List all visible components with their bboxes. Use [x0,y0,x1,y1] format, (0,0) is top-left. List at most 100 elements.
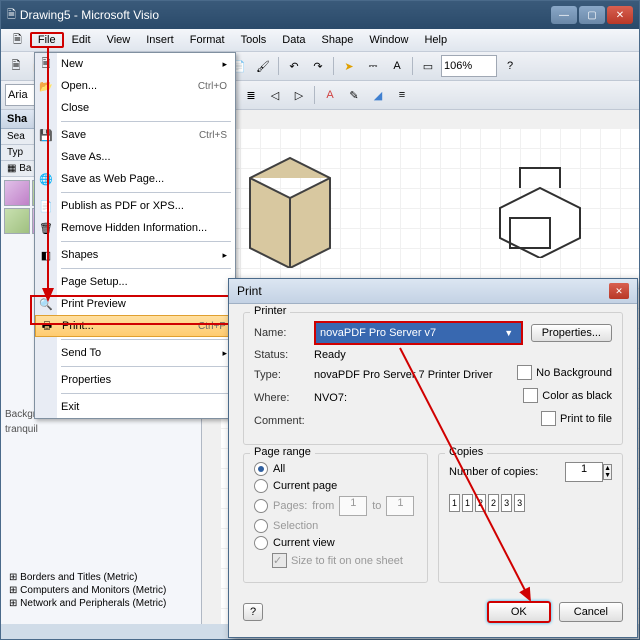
all-radio[interactable] [254,462,268,476]
bg-item[interactable]: tranquil [1,422,201,437]
dialog-title: Print [237,284,262,298]
shape-thumb[interactable] [4,180,30,206]
menu-sendto[interactable]: Send To▸ [35,342,235,364]
status-label: Status: [254,349,314,361]
pdf-icon: 📄 [38,198,54,214]
cancel-button[interactable]: Cancel [559,602,623,622]
collate-preview: 11 22 33 [449,494,612,512]
status-value: Ready [314,349,346,361]
indent-icon[interactable]: ▷ [288,84,310,106]
fit-checkbox: ✓ [272,553,287,568]
menu-publish[interactable]: 📄Publish as PDF or XPS... [35,195,235,217]
printer-combo[interactable]: novaPDF Pro Server v7▼ [314,321,523,345]
fit-label: Size to fit on one sheet [291,555,403,567]
app-icon: 🗎 [7,6,16,25]
menu-view[interactable]: View [99,32,139,48]
server-shape[interactable] [240,148,340,268]
window-buttons: — ▢ ✕ [551,6,633,24]
all-label: All [273,463,285,475]
nobg-label: No Background [536,367,612,379]
separator [278,57,279,75]
where-value: NVO7: [314,392,347,404]
separator [314,86,315,104]
menu-saveas[interactable]: Save As... [35,146,235,168]
menu-remove[interactable]: 🗑Remove Hidden Information... [35,217,235,239]
help-button[interactable]: ? [243,603,263,621]
nobg-checkbox[interactable] [517,365,532,380]
open-icon: 📂 [38,78,54,94]
separator [412,57,413,75]
pages-label: Pages: [273,500,307,512]
menu-edit[interactable]: Edit [64,32,99,48]
new-icon[interactable]: 🗎 [5,55,27,77]
app-menu-icon[interactable]: 🗎 [5,29,30,52]
dialog-titlebar: Print ✕ [229,279,637,304]
maximize-button[interactable]: ▢ [579,6,605,24]
ok-button[interactable]: OK [487,601,551,623]
undo-icon[interactable]: ↶ [283,55,305,77]
menu-help[interactable]: Help [416,32,455,48]
line-color-icon[interactable]: ✎ [343,84,365,106]
dialog-close-button[interactable]: ✕ [609,283,629,299]
curview-radio[interactable] [254,536,268,550]
comment-label: Comment: [254,415,314,427]
properties-button[interactable]: Properties... [531,324,612,342]
menu-new[interactable]: 🗎New▸ [35,53,235,75]
zoom-combo[interactable] [441,55,497,77]
rect-icon[interactable]: ▭ [417,55,439,77]
category-item[interactable]: ⊞ Borders and Titles (Metric) [5,571,197,584]
menu-format[interactable]: Format [182,32,233,48]
new-icon: 🗎 [38,56,54,72]
connector-icon[interactable]: ⎓ [362,55,384,77]
from-input[interactable]: 1 [339,496,367,516]
font-color-icon[interactable]: A [319,84,341,106]
minimize-button[interactable]: — [551,6,577,24]
selection-label: Selection [273,520,318,532]
menu-exit[interactable]: Exit [35,396,235,418]
menu-save[interactable]: 💾SaveCtrl+S [35,124,235,146]
text-icon[interactable]: A [386,55,408,77]
pages-radio[interactable] [254,499,268,513]
menu-insert[interactable]: Insert [138,32,182,48]
menu-window[interactable]: Window [361,32,416,48]
to-input[interactable]: 1 [386,496,414,516]
pointer-icon[interactable]: ➤ [338,55,360,77]
curpage-radio[interactable] [254,479,268,493]
menu-file[interactable]: File [30,32,64,48]
menu-pagesetup[interactable]: Page Setup... [35,271,235,293]
outdent-icon[interactable]: ◁ [264,84,286,106]
shape-thumb[interactable] [4,208,30,234]
menu-data[interactable]: Data [274,32,313,48]
menu-props[interactable]: Properties [35,369,235,391]
menu-shapes[interactable]: ◧Shapes▸ [35,244,235,266]
colorbw-label: Color as black [542,390,612,402]
line-weight-icon[interactable]: ≡ [391,84,413,106]
spin-up[interactable]: ▲ [604,465,611,472]
chevron-down-icon: ▼ [501,328,517,338]
menu-shape[interactable]: Shape [314,32,362,48]
copies-spinner[interactable]: 1 [565,462,603,482]
selection-radio [254,519,268,533]
menu-close[interactable]: Close [35,97,235,119]
separator [333,57,334,75]
printer-shape[interactable] [480,158,600,258]
print-dialog: Print ✕ Printer Name: novaPDF Pro Server… [228,278,638,638]
menu-tools[interactable]: Tools [233,32,275,48]
tofile-label: Print to file [560,413,612,425]
close-button[interactable]: ✕ [607,6,633,24]
fill-color-icon[interactable]: ◢ [367,84,389,106]
menu-saveweb[interactable]: 🌐Save as Web Page... [35,168,235,190]
tofile-checkbox[interactable] [541,411,556,426]
brush-icon[interactable]: 🖌 [252,55,274,77]
printer-fieldset: Printer Name: novaPDF Pro Server v7▼ Pro… [243,312,623,445]
redo-icon[interactable]: ↷ [307,55,329,77]
type-label: Type: [254,369,314,381]
help-icon[interactable]: ? [499,55,521,77]
category-item[interactable]: ⊞ Network and Peripherals (Metric) [5,597,197,610]
colorbw-checkbox[interactable] [523,388,538,403]
menu-open[interactable]: 📂Open...Ctrl+O [35,75,235,97]
curpage-label: Current page [273,480,337,492]
bullets-icon[interactable]: ≣ [240,84,262,106]
spin-down[interactable]: ▼ [604,472,611,479]
category-item[interactable]: ⊞ Computers and Monitors (Metric) [5,584,197,597]
